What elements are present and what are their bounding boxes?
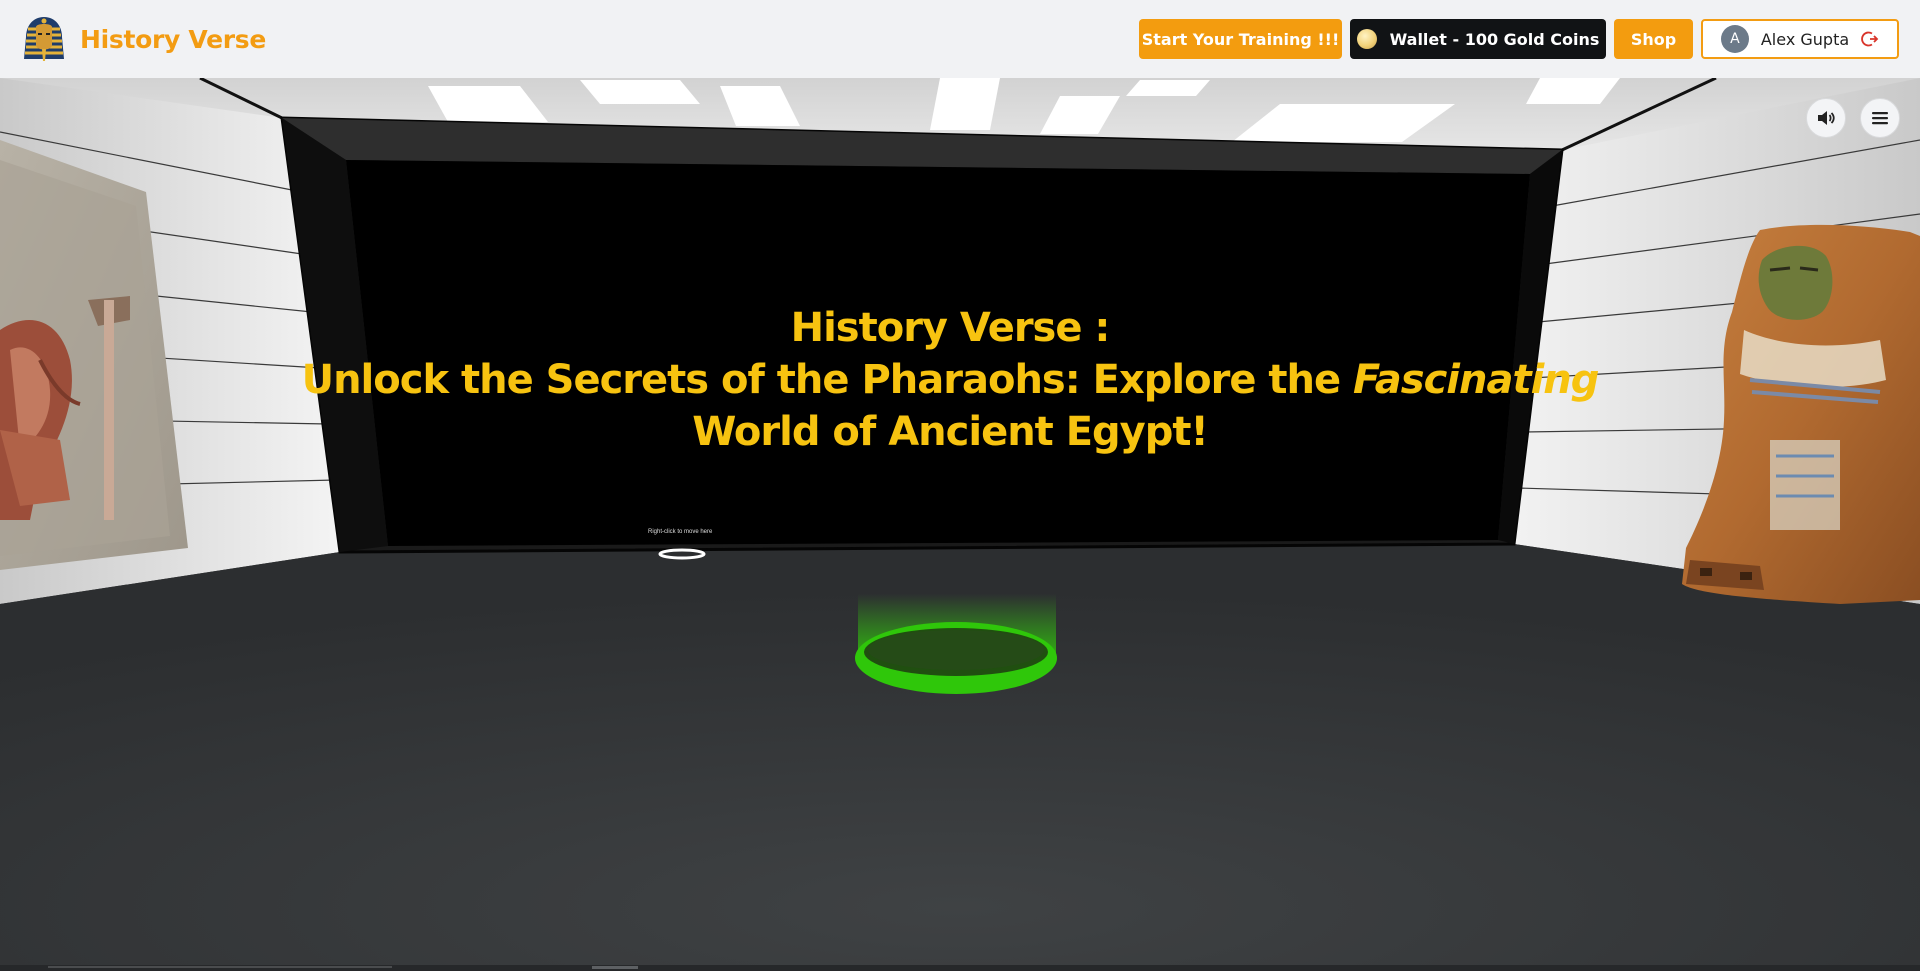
teleport-ring[interactable]	[855, 594, 1057, 694]
move-hint: Right-click to move here	[648, 529, 713, 535]
wallet-button[interactable]: Wallet - 100 Gold Coins	[1350, 19, 1606, 59]
avatar: A	[1720, 25, 1749, 53]
gold-coin-icon	[1356, 29, 1377, 49]
headline-line-3: World of Ancient Egypt!	[692, 409, 1209, 455]
sound-toggle-button[interactable]	[1806, 98, 1846, 138]
headline-line-1: History Verse :	[790, 305, 1111, 351]
user-name: Alex Gupta	[1760, 29, 1850, 49]
user-profile-button[interactable]: A Alex Gupta	[1701, 19, 1899, 59]
nav-actions: Start Your Training !!! Wallet - 100 Gol…	[1139, 19, 1899, 59]
screen-headline: History Verse : Unlock the Secrets of th…	[290, 302, 1610, 458]
wallet-label: Wallet - 100 Gold Coins	[1389, 29, 1600, 49]
pharaoh-logo-icon	[24, 17, 64, 61]
brand[interactable]: History Verse	[22, 15, 266, 63]
logout-icon[interactable]	[1861, 30, 1879, 48]
start-training-button[interactable]: Start Your Training !!!	[1139, 19, 1342, 59]
speaker-icon	[1818, 111, 1835, 125]
brand-name: History Verse	[80, 24, 267, 54]
headline-line-2: Unlock the Secrets of the Pharaohs: Expl…	[301, 357, 1600, 403]
top-navbar: History Verse Start Your Training !!! Wa…	[0, 0, 1920, 78]
hamburger-menu-icon	[1872, 112, 1888, 125]
gallery-room	[0, 78, 1920, 971]
menu-button[interactable]	[1860, 98, 1900, 138]
bottom-scroll-thumb[interactable]	[592, 966, 638, 969]
gallery-3d-scene[interactable]: History Verse : Unlock the Secrets of th…	[0, 78, 1920, 971]
shop-button[interactable]: Shop	[1614, 19, 1693, 59]
bottom-scroll-track[interactable]	[48, 966, 392, 968]
